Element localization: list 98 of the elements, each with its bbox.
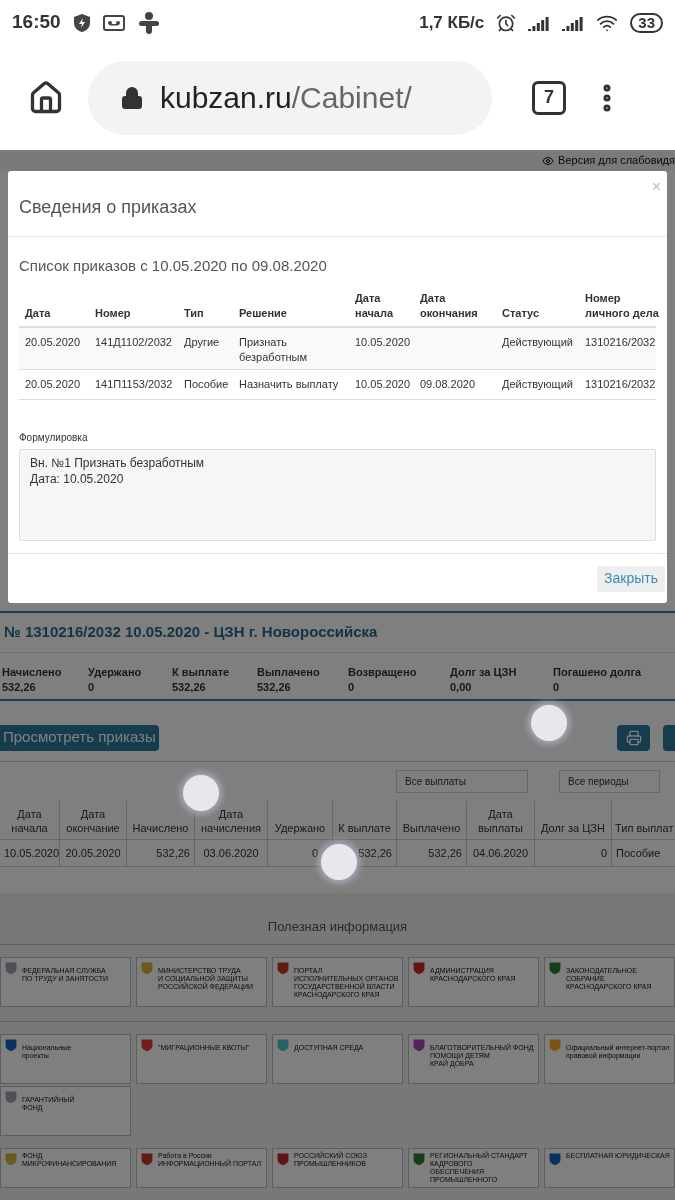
column-header: Номер личного дела (584, 290, 660, 321)
table-cell: 532,26 (397, 839, 467, 866)
address-bar[interactable]: kubzan.ru/Cabinet/ (88, 60, 492, 135)
clock-time: 16:50 (12, 10, 61, 35)
column-header: Дата выплаты (467, 800, 535, 839)
table-cell-text: Действующий (501, 376, 574, 392)
table-cell-text: Признать безработным (238, 334, 309, 365)
summary-value: 0 (348, 679, 356, 695)
lock-icon (120, 85, 144, 110)
case-title: № 1310216/2032 10.05.2020 - ЦЗН г. Новороссийска (0, 611, 675, 652)
table-cell-text: Пособие (183, 376, 230, 392)
close-button[interactable]: Закрыть (597, 565, 665, 592)
column-header: Дата начала (354, 290, 395, 321)
column-header: Дата окончание (60, 800, 127, 839)
table-cell-text: 1310216/2032 (584, 334, 657, 350)
table-cell-text: Действующий (501, 334, 574, 350)
tab-count-button[interactable]: 7 (532, 80, 566, 115)
column-header: Тип (183, 305, 205, 321)
summary-label: Возвращено (348, 664, 418, 680)
period-filter[interactable]: Все периоды (559, 769, 660, 793)
emblem-icon (548, 961, 562, 975)
summary-label: Выплачено (257, 664, 321, 680)
emblem-icon (276, 1038, 290, 1052)
wording-field[interactable]: Вн. №1 Признать безработным Дата: 10.05.2020 (19, 448, 656, 541)
emblem-icon (4, 1090, 18, 1104)
table-cell: 0 (535, 839, 612, 866)
table-cell-text: 1310216/2032 (584, 376, 657, 392)
summary-value: 0 (553, 679, 561, 695)
list-title: Список приказов с 10.05.2020 по 09.08.2020 (19, 256, 328, 276)
column-header: Дата окончания (419, 290, 479, 321)
summary-label: К выплате (172, 664, 231, 680)
table-cell: 532,26 (127, 839, 195, 866)
summary-value: 532,26 (257, 679, 292, 695)
accessibility-link[interactable]: Версия для слабовидя (558, 152, 675, 169)
table-cell-text: 20.05.2020 (24, 334, 82, 350)
print-button[interactable] (617, 724, 650, 751)
eye-icon (542, 154, 555, 167)
emblem-icon (140, 1038, 154, 1052)
summary-value: 0 (88, 679, 96, 695)
table-cell: 10.05.2020 (0, 839, 60, 866)
column-header: Номер (94, 305, 132, 321)
summary-label: Погашено долга (553, 664, 643, 680)
voicemail-icon (102, 14, 125, 31)
table-cell-text: 20.05.2020 (24, 376, 82, 392)
summary-label: Начислено (2, 664, 63, 680)
table-cell: Пособие (612, 839, 675, 866)
column-header: Дата начала (0, 800, 60, 839)
battery-indicator: 33 (630, 12, 663, 33)
export-button[interactable] (663, 724, 675, 751)
payment-filter[interactable]: Все выплаты (396, 769, 528, 793)
column-header: Решение (238, 305, 288, 321)
emblem-icon (548, 1038, 562, 1052)
column-header: Дата (24, 305, 52, 321)
column-header: К выплате (333, 800, 397, 839)
url-text: kubzan.ru/Cabinet/ (160, 80, 412, 116)
summary-label: Удержано (88, 664, 143, 680)
dialog-title: Сведения о приказах (19, 196, 197, 219)
table-cell-text: 141П1153/2032 (94, 376, 174, 392)
table-cell: 04.06.2020 (467, 839, 535, 866)
table-cell: 03.06.2020 (195, 839, 268, 866)
column-header: Тип выплат (612, 800, 675, 839)
column-header: Удержано (268, 800, 333, 839)
emblem-icon (548, 1152, 562, 1166)
emblem-icon (140, 1152, 154, 1166)
table-cell-text: Назначить выплату (238, 376, 340, 392)
emblem-icon (4, 1152, 18, 1166)
summary-value: 0,00 (450, 679, 473, 695)
emblem-icon (276, 1152, 290, 1166)
emblem-icon (412, 1038, 426, 1052)
emblem-icon (276, 961, 290, 975)
view-orders-button[interactable]: Просмотреть приказы (0, 724, 159, 751)
table-cell: 20.05.2020 (60, 839, 127, 866)
section-title: Полезная информация (0, 892, 675, 945)
table-cell-text: 10.05.2020 (354, 376, 412, 392)
network-speed: 1,7 КБ/с (419, 11, 485, 34)
table-cell-text: Другие (183, 334, 221, 350)
emblem-icon (412, 1152, 426, 1166)
table-cell-text: 09.08.2020 (419, 376, 477, 392)
print-icon (625, 729, 642, 746)
home-icon[interactable] (28, 79, 64, 116)
shield-icon (72, 12, 91, 33)
summary-value: 532,26 (2, 679, 37, 695)
emblem-icon (4, 961, 18, 975)
summary-label: Долг за ЦЗН (450, 664, 518, 680)
summary-value: 532,26 (172, 679, 207, 695)
alarm-icon (496, 12, 517, 33)
column-header: Долг за ЦЗН (535, 800, 612, 839)
column-header: Статус (501, 305, 541, 321)
figure-icon (136, 10, 161, 35)
signal-icon (528, 14, 551, 31)
signal-icon (562, 14, 585, 31)
table-cell-text: 10.05.2020 (354, 334, 412, 350)
emblem-icon (4, 1038, 18, 1052)
emblem-icon (412, 961, 426, 975)
field-label: Формулировка (19, 430, 89, 445)
table-cell-text: 141Д1102/2032 (94, 334, 173, 350)
emblem-icon (140, 961, 154, 975)
column-header: Выплачено (397, 800, 467, 839)
